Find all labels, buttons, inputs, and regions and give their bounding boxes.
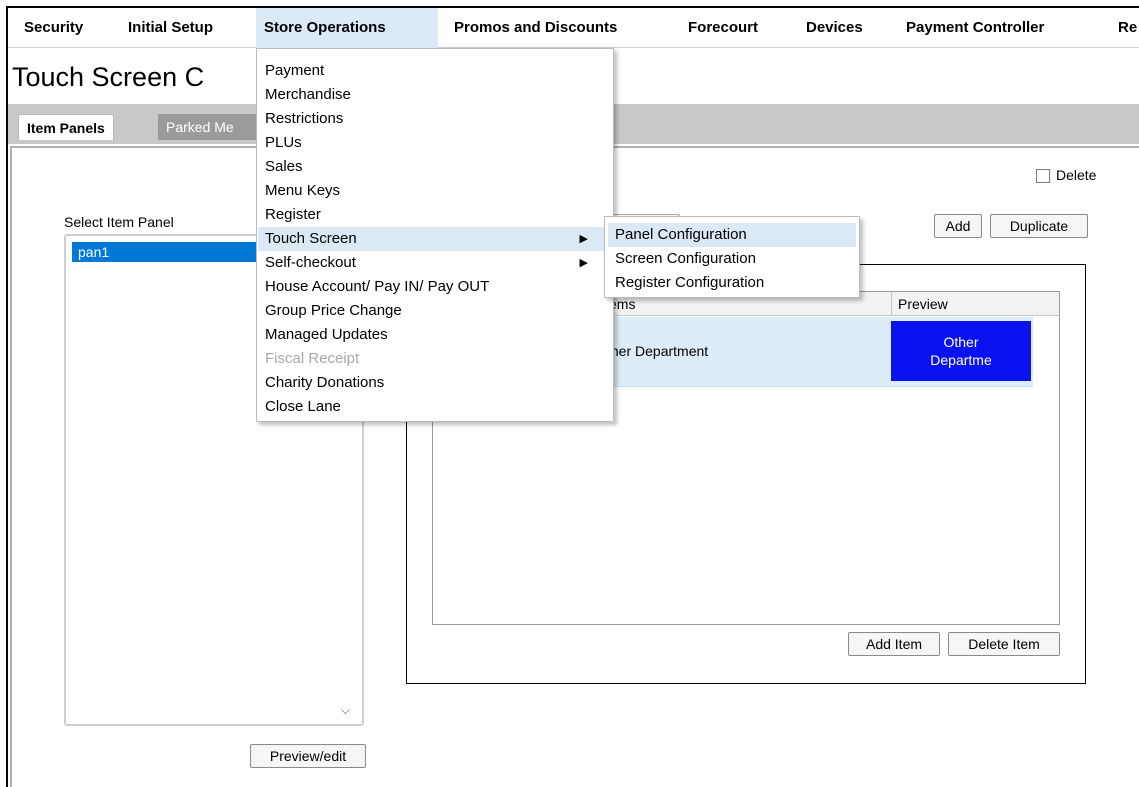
menu-item-register[interactable]: Register bbox=[258, 203, 612, 227]
add-item-button[interactable]: Add Item bbox=[848, 632, 940, 656]
add-button[interactable]: Add bbox=[934, 214, 982, 238]
submenu-item-screen-configuration[interactable]: Screen Configuration bbox=[608, 247, 856, 271]
touch-screen-submenu: Panel Configuration Screen Configuration… bbox=[604, 216, 860, 298]
menu-item-sales[interactable]: Sales bbox=[258, 155, 612, 179]
menu-initial-setup[interactable]: Initial Setup bbox=[120, 8, 221, 48]
row-item-name: ther Department bbox=[607, 343, 709, 359]
store-operations-dropdown: Payment Merchandise Restrictions PLUs Sa… bbox=[256, 48, 614, 422]
menu-item-fiscal-receipt: Fiscal Receipt bbox=[265, 350, 360, 367]
select-item-panel-label: Select Item Panel bbox=[64, 214, 174, 230]
tab-item-panels[interactable]: Item Panels bbox=[18, 114, 114, 140]
app-window: Security Initial Setup Store Operations … bbox=[6, 6, 1139, 787]
submenu-arrow-icon: ▶ bbox=[579, 257, 588, 269]
menu-item-plus[interactable]: PLUs bbox=[258, 131, 612, 155]
menu-item-menu-keys[interactable]: Menu Keys bbox=[258, 179, 612, 203]
preview-tile-line1: Other bbox=[943, 334, 979, 350]
submenu-item-register-configuration[interactable]: Register Configuration bbox=[608, 271, 856, 295]
menu-item-touch-screen[interactable]: Touch Screen ▶ bbox=[258, 227, 612, 251]
duplicate-button[interactable]: Duplicate bbox=[990, 214, 1088, 238]
delete-checkbox-label: Delete bbox=[1056, 167, 1097, 183]
menu-item-house-account[interactable]: House Account/ Pay IN/ Pay OUT bbox=[258, 275, 612, 299]
menu-payment-controller[interactable]: Payment Controller bbox=[898, 8, 1052, 48]
tab-parked-menus[interactable]: Parked Me bbox=[158, 114, 268, 140]
menu-item-payment[interactable]: Payment bbox=[258, 59, 612, 83]
preview-tile-line2: Departme bbox=[930, 352, 992, 368]
preview-tile: Other Departme bbox=[891, 321, 1031, 381]
menu-item-group-price-change[interactable]: Group Price Change bbox=[258, 299, 612, 323]
menu-item-restrictions[interactable]: Restrictions bbox=[258, 107, 612, 131]
menu-bar: Security Initial Setup Store Operations … bbox=[8, 8, 1139, 48]
grid-header-preview: Preview bbox=[891, 292, 1033, 316]
page-title: Touch Screen C bbox=[12, 62, 205, 92]
menu-item-self-checkout[interactable]: Self-checkout ▶ bbox=[258, 251, 612, 275]
menu-reports[interactable]: Re bbox=[1110, 8, 1139, 48]
scroll-down-icon[interactable]: ⌵ bbox=[341, 703, 350, 718]
menu-item-close-lane[interactable]: Close Lane bbox=[258, 395, 612, 419]
menu-devices[interactable]: Devices bbox=[798, 8, 871, 48]
menu-forecourt[interactable]: Forecourt bbox=[680, 8, 766, 48]
menu-item-self-checkout-label: Self-checkout bbox=[265, 254, 356, 271]
menu-item-managed-updates[interactable]: Managed Updates bbox=[258, 323, 612, 347]
delete-item-button[interactable]: Delete Item bbox=[948, 632, 1060, 656]
delete-checkbox[interactable] bbox=[1036, 169, 1050, 183]
menu-store-operations[interactable]: Store Operations bbox=[256, 8, 438, 48]
submenu-item-panel-configuration[interactable]: Panel Configuration bbox=[608, 223, 856, 247]
preview-edit-button[interactable]: Preview/edit bbox=[250, 744, 366, 768]
menu-promos-and-discounts[interactable]: Promos and Discounts bbox=[446, 8, 625, 48]
submenu-arrow-icon: ▶ bbox=[579, 233, 588, 245]
menu-security[interactable]: Security bbox=[16, 8, 91, 48]
menu-item-touch-screen-label: Touch Screen bbox=[265, 230, 357, 247]
menu-item-merchandise[interactable]: Merchandise bbox=[258, 83, 612, 107]
menu-item-charity-donations[interactable]: Charity Donations bbox=[258, 371, 612, 395]
